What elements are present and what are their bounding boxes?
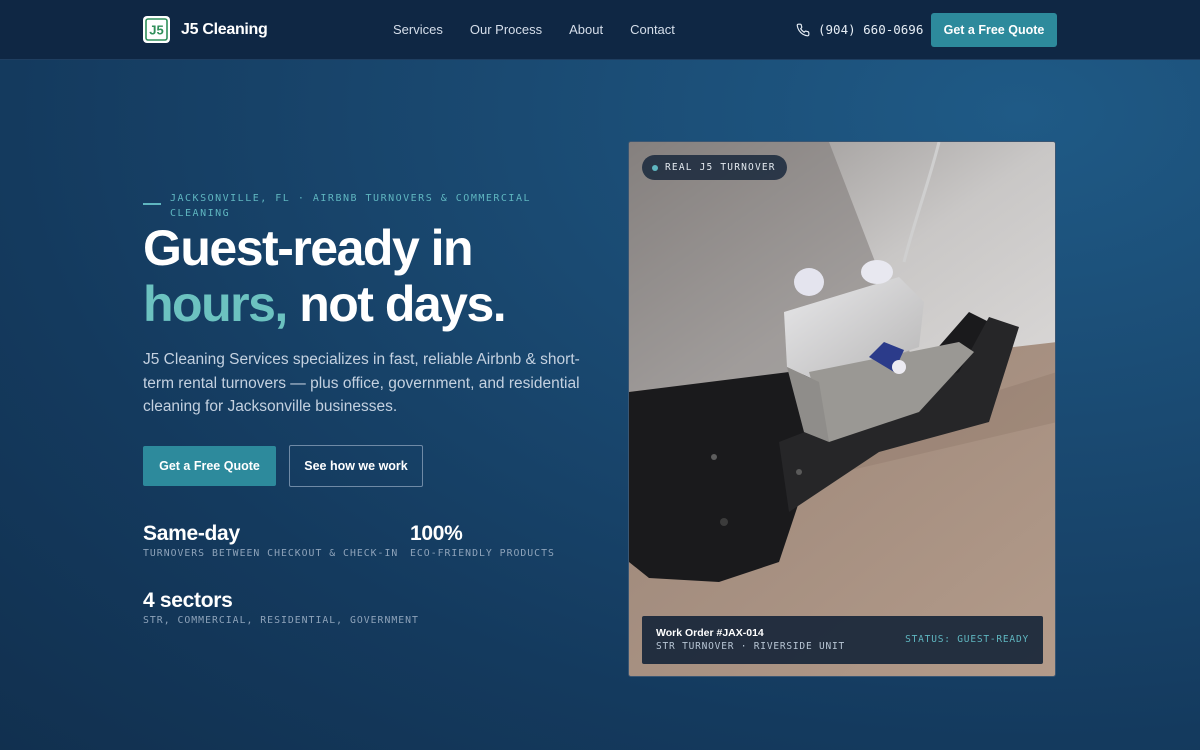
hero-description: J5 Cleaning Services specializes in fast… bbox=[143, 351, 580, 415]
turnover-photo-image bbox=[629, 142, 1055, 676]
stat-value: Same-day bbox=[143, 522, 240, 545]
stat-label: ECO-FRIENDLY PRODUCTS bbox=[410, 548, 555, 559]
stat-value: 100% bbox=[410, 522, 463, 545]
get-free-quote-button[interactable]: Get a Free Quote bbox=[143, 446, 276, 486]
nav-link-contact[interactable]: Contact bbox=[630, 22, 675, 37]
stat-value: 4 sectors bbox=[143, 589, 233, 612]
hero-headline: Guest-ready in hours, not days. bbox=[143, 220, 623, 332]
work-order-title: Work Order #JAX-014 bbox=[656, 627, 764, 639]
phone-icon bbox=[796, 23, 810, 36]
headline-line-1: Guest-ready in bbox=[143, 220, 474, 276]
j5-logo-icon: J5 bbox=[143, 16, 170, 43]
svg-text:J5: J5 bbox=[149, 23, 163, 38]
headline-accent: hours, bbox=[143, 276, 288, 332]
nav-link-about[interactable]: About bbox=[569, 22, 603, 37]
nav-get-quote-button[interactable]: Get a Free Quote bbox=[931, 13, 1057, 47]
phone-number: (904) 660-0696 bbox=[818, 22, 924, 37]
hero-eyebrow: JACKSONVILLE, FL · AIRBNB TURNOVERS & CO… bbox=[170, 193, 531, 219]
nav-link-services[interactable]: Services bbox=[393, 22, 443, 37]
main-nav: Services Our Process About Contact bbox=[393, 22, 702, 37]
nav-link-our-process[interactable]: Our Process bbox=[470, 22, 542, 37]
badge-label: REAL J5 TURNOVER bbox=[665, 162, 776, 173]
work-order-status: STATUS: GUEST-READY bbox=[905, 634, 1029, 645]
brand-name: J5 Cleaning bbox=[181, 20, 268, 38]
brand-logo-link[interactable]: J5 J5 Cleaning bbox=[143, 16, 268, 43]
work-order-card: Work Order #JAX-014 STR TURNOVER · RIVER… bbox=[642, 616, 1043, 664]
stat-eco-friendly: 100% ECO-FRIENDLY PRODUCTS bbox=[410, 522, 555, 559]
turnover-photo: REAL J5 TURNOVER Work Order #JAX-014 STR… bbox=[628, 141, 1056, 677]
top-nav: J5 J5 Cleaning Services Our Process Abou… bbox=[0, 0, 1200, 60]
status-dot-icon bbox=[652, 164, 658, 171]
phone-link[interactable]: (904) 660-0696 bbox=[796, 22, 923, 37]
stat-same-day: Same-day TURNOVERS BETWEEN CHECKOUT & CH… bbox=[143, 522, 398, 559]
real-turnover-badge: REAL J5 TURNOVER bbox=[642, 155, 787, 180]
stat-label: STR, COMMERCIAL, RESIDENTIAL, GOVERNMENT bbox=[143, 615, 419, 626]
see-how-we-work-button[interactable]: See how we work bbox=[289, 445, 423, 487]
headline-rest: not days. bbox=[286, 276, 506, 332]
stat-label: TURNOVERS BETWEEN CHECKOUT & CHECK-IN bbox=[143, 548, 399, 559]
stat-sectors: 4 sectors STR, COMMERCIAL, RESIDENTIAL, … bbox=[143, 589, 419, 626]
work-order-subtitle: STR TURNOVER · RIVERSIDE UNIT bbox=[656, 641, 846, 652]
